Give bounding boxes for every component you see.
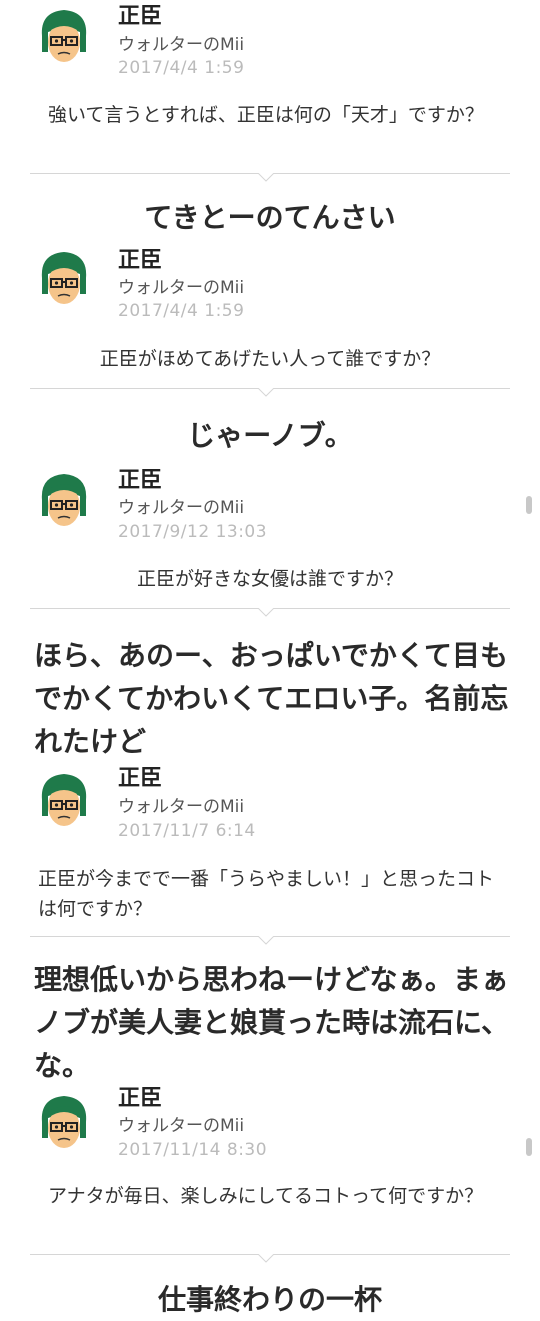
- chevron-down-icon: [258, 936, 274, 945]
- answer-text: てきとーのてんさい: [144, 201, 396, 234]
- post-date: 2017/9/12 13:03: [118, 522, 268, 542]
- post-date: 2017/4/4 1:59: [118, 301, 245, 321]
- mii-avatar[interactable]: [34, 470, 94, 532]
- mii-avatar[interactable]: [34, 1092, 94, 1154]
- post-date: 2017/11/14 8:30: [118, 1140, 268, 1160]
- mii-face-icon: [41, 1096, 87, 1148]
- question-text: 正臣が今までで一番「うらやましい！」と思ったコトは何ですか？: [38, 868, 495, 920]
- answer-text: じゃーノブ。: [187, 419, 353, 452]
- chevron-down-icon: [258, 608, 274, 617]
- poster-owner: ウォルターのMii: [118, 278, 245, 298]
- poster-owner: ウォルターのMii: [118, 35, 245, 55]
- poster-name[interactable]: 正臣: [118, 468, 162, 494]
- scrollbar-thumb[interactable]: [526, 496, 532, 514]
- question-text: 強いて言うとすれば、正臣は何の「天才」ですか？: [48, 104, 484, 126]
- scrollbar-thumb[interactable]: [526, 1138, 532, 1156]
- chevron-down-icon: [258, 173, 274, 182]
- poster-name[interactable]: 正臣: [118, 248, 162, 274]
- post-date: 2017/4/4 1:59: [118, 58, 245, 78]
- mii-avatar[interactable]: [34, 770, 94, 832]
- mii-avatar[interactable]: [34, 248, 94, 310]
- mii-avatar[interactable]: [34, 6, 94, 68]
- poster-name[interactable]: 正臣: [118, 4, 162, 30]
- poster-owner: ウォルターのMii: [118, 797, 245, 817]
- poster-owner: ウォルターのMii: [118, 1116, 245, 1136]
- poster-name[interactable]: 正臣: [118, 766, 162, 792]
- question-text: 正臣が好きな女優は誰ですか？: [136, 568, 403, 590]
- answer-text: ほら、あのー、おっぱいでかくて目もでかくてかわいくてエロい子。名前忘れたけど: [34, 639, 509, 758]
- post-date: 2017/11/7 6:14: [118, 821, 256, 841]
- question-text: 正臣がほめてあげたい人って誰ですか？: [99, 348, 441, 370]
- mii-face-icon: [41, 10, 87, 62]
- mii-face-icon: [41, 252, 87, 304]
- answer-text: 理想低いから思わねーけどなぁ。まぁノブが美人妻と娘貰った時は流石に、な。: [34, 963, 510, 1082]
- answer-text: 仕事終わりの一杯: [157, 1283, 382, 1316]
- question-text: アナタが毎日、楽しみにしてるコトって何ですか？: [48, 1185, 484, 1207]
- mii-face-icon: [41, 774, 87, 826]
- poster-name[interactable]: 正臣: [118, 1086, 162, 1112]
- poster-owner: ウォルターのMii: [118, 498, 245, 518]
- chevron-down-icon: [258, 1254, 274, 1263]
- mii-face-icon: [41, 474, 87, 526]
- chevron-down-icon: [258, 388, 274, 397]
